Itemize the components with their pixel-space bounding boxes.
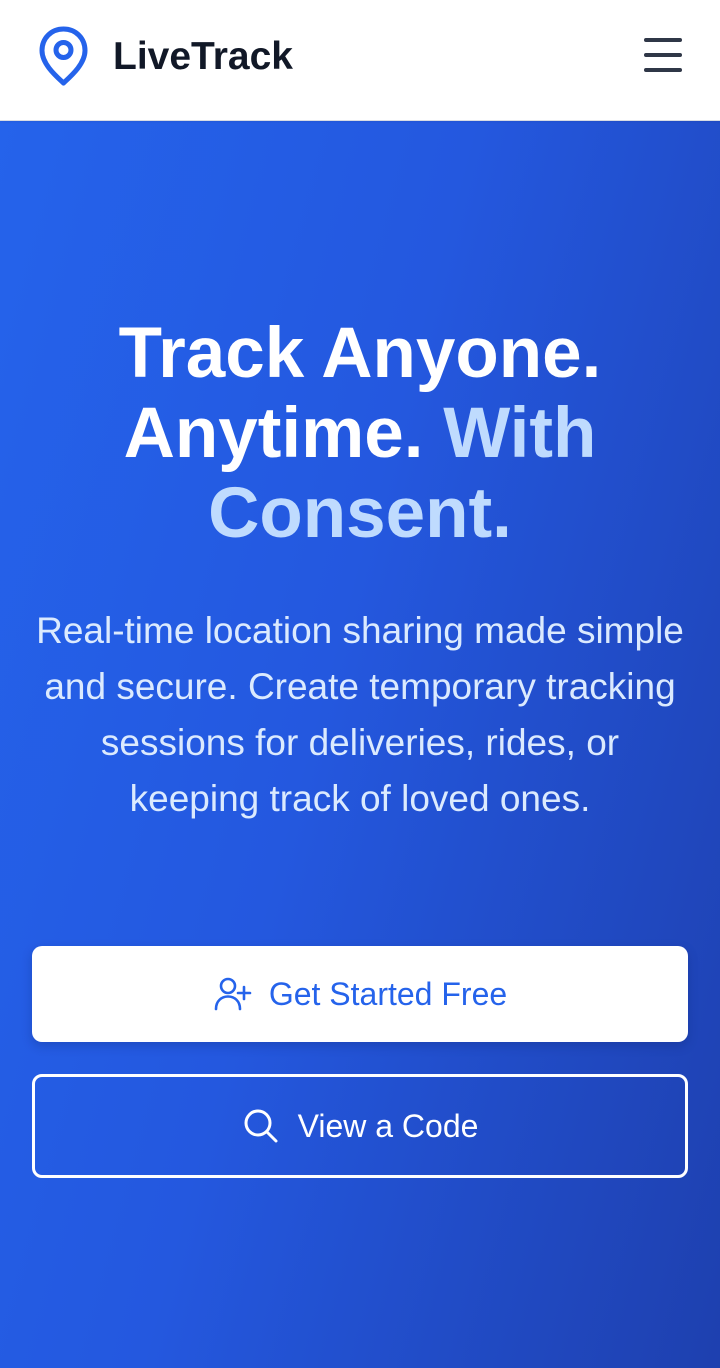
menu-line — [644, 68, 682, 72]
title-line-1: Track Anyone. — [118, 314, 602, 393]
title-line-2: Anytime. — [123, 394, 424, 473]
hero-title: Track Anyone. Anytime. With Consent. — [20, 314, 700, 554]
top-navbar: LiveTrack — [0, 0, 720, 121]
user-plus-icon — [214, 977, 252, 1011]
app-name: LiveTrack — [113, 34, 293, 78]
search-icon — [244, 1109, 278, 1143]
hamburger-menu-icon[interactable] — [644, 38, 684, 72]
menu-line — [644, 53, 682, 57]
menu-line — [644, 38, 682, 42]
title-accent-with: With — [443, 394, 597, 473]
view-code-button[interactable]: View a Code — [32, 1074, 688, 1178]
logo[interactable]: LiveTrack — [38, 26, 293, 86]
get-started-label: Get Started Free — [268, 975, 508, 1012]
hero-subtitle: Real-time location sharing made simple a… — [36, 610, 684, 819]
hero-section: Track Anyone. Anytime. With Consent. Rea… — [0, 121, 720, 1368]
map-pin-icon — [39, 26, 88, 86]
view-code-label: View a Code — [297, 1107, 479, 1144]
title-accent-consent: Consent. — [208, 474, 512, 553]
get-started-button[interactable]: Get Started Free — [32, 946, 688, 1042]
